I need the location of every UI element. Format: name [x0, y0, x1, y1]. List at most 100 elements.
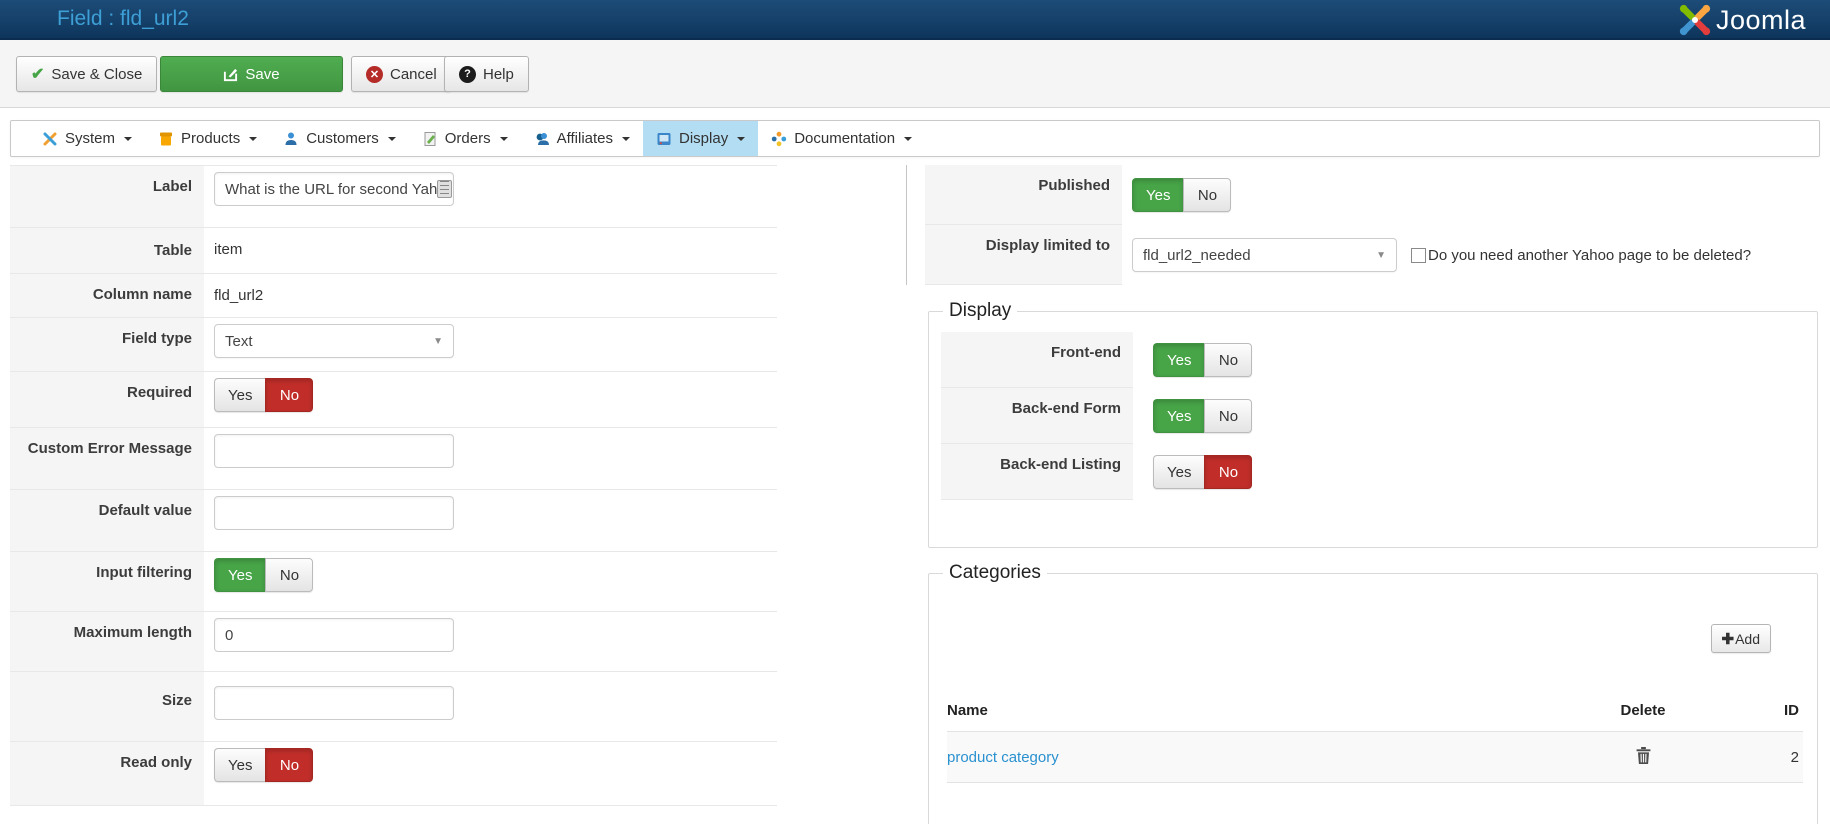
document-icon: [424, 131, 436, 146]
column-header-id: ID: [1784, 702, 1799, 719]
form-row-back-end-form: Back-end Form Yes No: [941, 388, 1805, 444]
input-filtering-toggle: Yes No: [214, 558, 314, 592]
display-fieldset: Display Front-end Yes No Back-end Form Y…: [928, 300, 1818, 548]
tools-icon: [43, 132, 57, 145]
maximum-length-input[interactable]: [214, 618, 454, 652]
pinwheel-icon: [772, 131, 787, 146]
form-row-front-end: Front-end Yes No: [941, 332, 1805, 388]
back-end-form-no-button[interactable]: No: [1204, 399, 1253, 433]
select-caret-icon: ▼: [1376, 249, 1386, 261]
menu-item-documentation[interactable]: Documentation: [758, 121, 925, 156]
back-end-form-toggle: Yes No: [1153, 399, 1253, 433]
categories-fieldset: Categories ✚ Add Name Delete ID product …: [928, 562, 1818, 824]
display-limited-select[interactable]: fld_url2_needed ▼: [1132, 238, 1397, 272]
chevron-down-icon: [904, 136, 913, 141]
custom-error-input[interactable]: [214, 434, 454, 468]
back-end-listing-yes-button[interactable]: Yes: [1153, 455, 1205, 489]
form-row-default-value: Default value: [10, 490, 777, 552]
category-link[interactable]: product category: [947, 749, 1059, 766]
label-input[interactable]: [214, 172, 454, 206]
save-button[interactable]: Save: [160, 56, 343, 92]
joomla-logo-text: Joomla: [1716, 4, 1807, 35]
chevron-down-icon: [737, 136, 746, 141]
add-category-button[interactable]: ✚ Add: [1710, 624, 1771, 653]
required-yes-button[interactable]: Yes: [214, 378, 266, 412]
toolbar: ✔ Save & Close Save ✕ Cancel ? Help: [0, 40, 1830, 108]
column-header-delete: Delete: [1620, 702, 1666, 719]
display-limited-checkbox[interactable]: [1411, 247, 1426, 263]
cancel-button[interactable]: ✕ Cancel: [351, 56, 452, 92]
form-row-read-only: Read only Yes No: [10, 742, 777, 806]
input-filtering-yes-button[interactable]: Yes: [214, 558, 266, 592]
categories-table: Name Delete ID product category 2: [947, 694, 1803, 783]
form-row-back-end-listing: Back-end Listing Yes No: [941, 444, 1805, 500]
category-id: 2: [1790, 748, 1799, 766]
main-menu: System Products Customers Orders Affilia…: [10, 120, 1820, 157]
form-row-required: Required Yes No: [10, 372, 777, 428]
published-yes-button[interactable]: Yes: [1132, 178, 1184, 212]
form-row-maximum-length: Maximum length: [10, 612, 777, 672]
save-close-button[interactable]: ✔ Save & Close: [16, 56, 158, 92]
menu-item-products[interactable]: Products: [145, 121, 270, 156]
menu-item-customers[interactable]: Customers: [270, 121, 409, 156]
monitor-icon: [657, 132, 671, 145]
form-row-label: Label: [10, 166, 777, 228]
page: Field : fld_url2 Joomla ✔ Save & Close S…: [0, 0, 1830, 824]
joomla-logo: Joomla: [1678, 3, 1806, 37]
back-end-form-yes-button[interactable]: Yes: [1153, 399, 1205, 433]
select-caret-icon: ▼: [433, 335, 443, 347]
published-toggle: Yes No: [1132, 178, 1232, 212]
form-row-table: Table item: [10, 228, 777, 274]
page-title: Field : fld_url2: [57, 7, 189, 30]
form-row-custom-error: Custom Error Message: [10, 428, 777, 490]
required-no-button[interactable]: No: [265, 378, 314, 412]
chevron-down-icon: [249, 136, 258, 141]
chevron-down-icon: [622, 136, 631, 141]
user-icon: [285, 132, 297, 145]
table-value: item: [214, 241, 243, 258]
form-row-published: Published Yes No: [925, 165, 1818, 225]
help-button[interactable]: ? Help: [444, 56, 529, 92]
menu-item-affiliates[interactable]: Affiliates: [521, 121, 643, 156]
back-end-listing-no-button[interactable]: No: [1204, 455, 1253, 489]
box-icon: [160, 132, 173, 145]
trash-icon[interactable]: [1636, 746, 1651, 764]
input-filtering-no-button[interactable]: No: [265, 558, 314, 592]
column-header-name: Name: [947, 702, 988, 719]
menu-item-orders[interactable]: Orders: [409, 121, 521, 156]
help-icon: ?: [459, 65, 476, 83]
publish-settings: Published Yes No Display limited to fld_…: [925, 165, 1818, 285]
required-toggle: Yes No: [214, 378, 314, 412]
input-overflow-icon: [437, 180, 452, 198]
chevron-down-icon: [387, 136, 396, 141]
categories-table-header: Name Delete ID: [947, 694, 1803, 731]
cancel-icon: ✕: [366, 65, 383, 83]
front-end-yes-button[interactable]: Yes: [1153, 343, 1205, 377]
chevron-down-icon: [124, 136, 133, 141]
plus-icon: ✚: [1721, 630, 1735, 648]
menu-item-system[interactable]: System: [29, 121, 145, 156]
category-row: product category 2: [947, 731, 1803, 783]
field-type-select[interactable]: Text ▼: [214, 324, 454, 358]
read-only-yes-button[interactable]: Yes: [214, 748, 266, 782]
published-no-button[interactable]: No: [1183, 178, 1232, 212]
size-input[interactable]: [214, 686, 454, 720]
front-end-no-button[interactable]: No: [1204, 343, 1253, 377]
menu-item-display[interactable]: Display: [643, 121, 759, 156]
users-icon: [536, 132, 549, 145]
form-row-field-type: Field type Text ▼: [10, 318, 777, 372]
form-row-display-limited: Display limited to fld_url2_needed ▼ Do …: [925, 225, 1818, 285]
display-fieldset-legend: Display: [949, 300, 1012, 321]
default-value-input[interactable]: [214, 496, 454, 530]
panel-divider: [906, 165, 907, 285]
read-only-no-button[interactable]: No: [265, 748, 314, 782]
form-row-size: Size: [10, 672, 777, 742]
header-bar: Field : fld_url2 Joomla: [0, 0, 1830, 40]
check-icon: ✔: [31, 66, 45, 83]
form-row-input-filtering: Input filtering Yes No: [10, 552, 777, 612]
back-end-listing-toggle: Yes No: [1153, 455, 1253, 489]
display-limited-checkbox-label: Do you need another Yahoo page to be del…: [1428, 246, 1752, 264]
column-name-value: fld_url2: [214, 287, 264, 304]
read-only-toggle: Yes No: [214, 748, 314, 782]
form-row-column-name: Column name fld_url2: [10, 274, 777, 318]
